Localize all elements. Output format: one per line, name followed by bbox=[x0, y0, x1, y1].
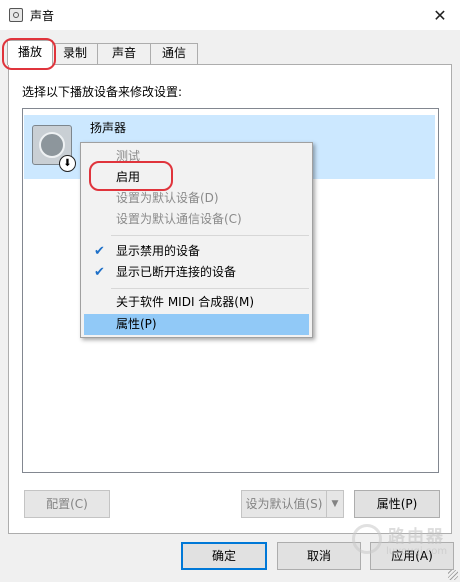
menu-item-show-disabled[interactable]: ✔ 显示禁用的设备 bbox=[84, 241, 309, 262]
title-bar: 声音 ✕ bbox=[0, 0, 460, 30]
menu-item-label: 显示已断开连接的设备 bbox=[116, 265, 237, 279]
close-button[interactable]: ✕ bbox=[420, 0, 460, 30]
menu-item-label: 显示禁用的设备 bbox=[116, 244, 201, 258]
sound-app-icon bbox=[9, 8, 23, 22]
menu-item-about-midi[interactable]: 关于软件 MIDI 合成器(M) bbox=[84, 292, 309, 313]
ok-button[interactable]: 确定 bbox=[181, 542, 267, 570]
tab-sounds[interactable]: 声音 bbox=[97, 43, 151, 64]
menu-separator bbox=[111, 235, 309, 236]
menu-item-set-default-comm[interactable]: 设置为默认通信设备(C) bbox=[84, 209, 309, 230]
menu-item-enable[interactable]: 启用 bbox=[84, 167, 309, 188]
menu-item-show-disconnected[interactable]: ✔ 显示已断开连接的设备 bbox=[84, 262, 309, 283]
tab-recording[interactable]: 录制 bbox=[52, 43, 98, 64]
window-title: 声音 bbox=[30, 9, 55, 23]
tab-communications[interactable]: 通信 bbox=[150, 43, 198, 64]
menu-separator bbox=[111, 288, 309, 289]
apply-button[interactable]: 应用(A) bbox=[370, 542, 454, 570]
menu-item-set-default[interactable]: 设置为默认设备(D) bbox=[84, 188, 309, 209]
context-menu: 测试 启用 设置为默认设备(D) 设置为默认通信设备(C) ✔ 显示禁用的设备 … bbox=[80, 142, 313, 338]
menu-item-properties[interactable]: 属性(P) bbox=[84, 314, 309, 335]
properties-button[interactable]: 属性(P) bbox=[354, 490, 440, 518]
instruction-text: 选择以下播放设备来修改设置: bbox=[22, 85, 183, 99]
tab-playback[interactable]: 播放 bbox=[7, 40, 53, 65]
resize-grip[interactable] bbox=[448, 570, 458, 580]
chevron-down-icon[interactable]: ▼ bbox=[326, 490, 344, 518]
checkmark-icon: ✔ bbox=[94, 265, 105, 280]
checkmark-icon: ✔ bbox=[94, 244, 105, 259]
disabled-arrow-icon: ⬇ bbox=[59, 155, 76, 172]
menu-item-test[interactable]: 测试 bbox=[84, 146, 309, 167]
set-default-button[interactable]: 设为默认值(S) bbox=[241, 490, 327, 518]
cancel-button[interactable]: 取消 bbox=[277, 542, 361, 570]
configure-button[interactable]: 配置(C) bbox=[24, 490, 110, 518]
device-name: 扬声器 bbox=[90, 121, 127, 135]
